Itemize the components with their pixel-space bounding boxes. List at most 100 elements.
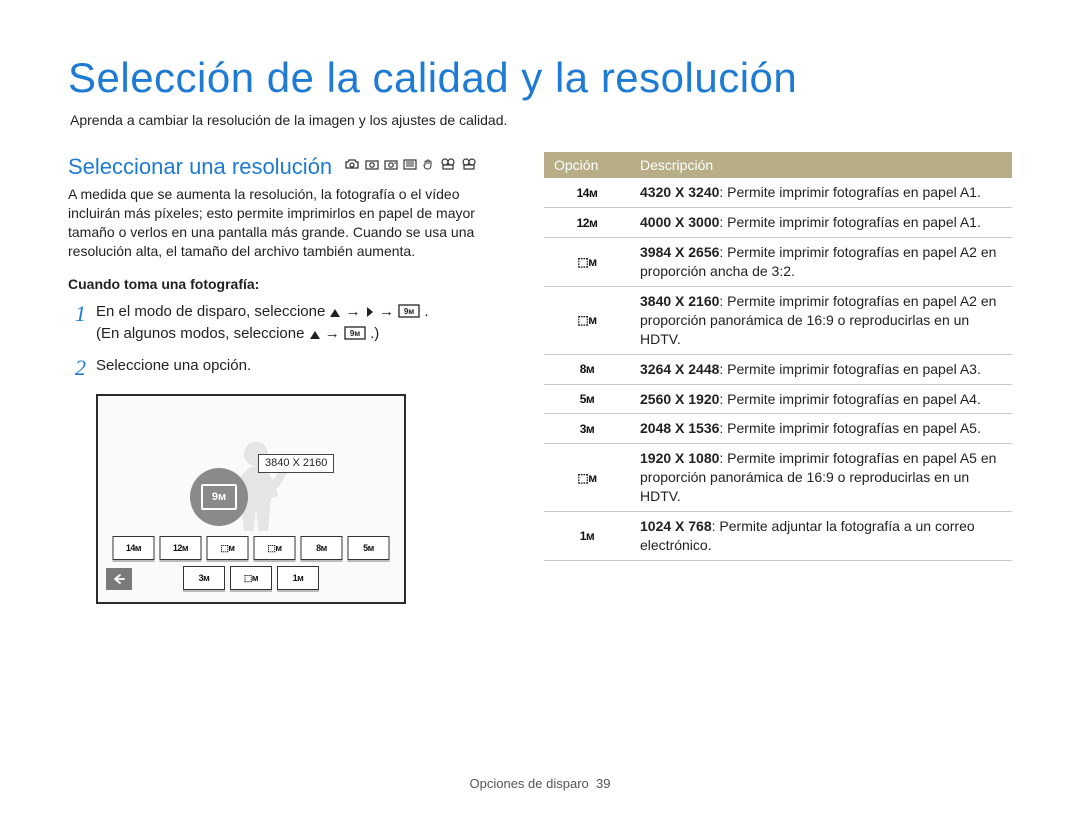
resolution-value: 1920 X 1080 <box>640 450 719 466</box>
table-row: 3ᴍ2048 X 1536: Permite imprimir fotograf… <box>544 414 1012 444</box>
table-row: 8ᴍ3264 X 2448: Permite imprimir fotograf… <box>544 354 1012 384</box>
section-paragraph: A medida que se aumenta la resolución, l… <box>68 185 508 261</box>
page-title: Selección de la calidad y la resolución <box>68 50 1012 107</box>
option-description-cell: 3840 X 2160: Permite imprimir fotografía… <box>630 287 1012 355</box>
table-row: ⬚ᴍ3840 X 2160: Permite imprimir fotograf… <box>544 287 1012 355</box>
resolution-chips-row-2: 3ᴍ ⬚ᴍ 1ᴍ <box>183 566 319 590</box>
resolution-chips-row-1: 14ᴍ 12ᴍ ⬚ᴍ ⬚ᴍ 8ᴍ 5ᴍ <box>113 536 390 560</box>
chip-wide-b[interactable]: ⬚ᴍ <box>254 536 296 560</box>
table-row: ⬚ᴍ1920 X 1080: Permite imprimir fotograf… <box>544 444 1012 512</box>
step1-part-a: En el modo de disparo, seleccione <box>96 303 329 320</box>
chip-5m[interactable]: 5ᴍ <box>348 536 390 560</box>
resolution-value: 2560 X 1920 <box>640 391 719 407</box>
chip-8m[interactable]: 8ᴍ <box>301 536 343 560</box>
back-button[interactable] <box>106 568 132 590</box>
resolution-table: Opción Descripción 14ᴍ4320 X 3240: Permi… <box>544 152 1012 561</box>
page-subtitle: Aprenda a cambiar la resolución de la im… <box>70 111 1012 130</box>
step-1-number: 1 <box>68 302 86 347</box>
svg-text:9ᴍ: 9ᴍ <box>404 307 414 316</box>
option-icon-cell: 12ᴍ <box>544 208 630 238</box>
option-icon-cell: 5ᴍ <box>544 384 630 414</box>
chip-12m[interactable]: 12ᴍ <box>160 536 202 560</box>
step1-arrow-2: → <box>379 303 398 320</box>
resolution-description: : Permite imprimir fotografías en papel … <box>719 214 980 230</box>
resolution-value: 3984 X 2656 <box>640 244 719 260</box>
step1-arrow-1: → <box>346 303 365 320</box>
chip-1m[interactable]: 1ᴍ <box>277 566 319 590</box>
option-icon-cell: 1ᴍ <box>544 512 630 561</box>
option-description-cell: 4320 X 3240: Permite imprimir fotografía… <box>630 178 1012 207</box>
table-row: ⬚ᴍ3984 X 2656: Permite imprimir fotograf… <box>544 238 1012 287</box>
resolution-box-icon: 9ᴍ <box>398 304 420 324</box>
smart-video-icon <box>461 158 477 174</box>
footer-page-number: 39 <box>596 776 610 791</box>
resolution-description: : Permite imprimir fotografías en papel … <box>719 184 980 200</box>
step1-paren-arrow: → <box>325 325 344 342</box>
resolution-description: : Permite imprimir fotografías en papel … <box>719 420 980 436</box>
option-description-cell: 2560 X 1920: Permite imprimir fotografía… <box>630 384 1012 414</box>
up-triangle-icon-2 <box>309 326 321 346</box>
section-title-text: Seleccionar una resolución <box>68 152 332 182</box>
page-footer: Opciones de disparo 39 <box>0 775 1080 793</box>
option-description-cell: 3984 X 2656: Permite imprimir fotografía… <box>630 238 1012 287</box>
step-2-number: 2 <box>68 356 86 380</box>
chip-3m[interactable]: 3ᴍ <box>183 566 225 590</box>
option-description-cell: 4000 X 3000: Permite imprimir fotografía… <box>630 208 1012 238</box>
option-description-cell: 3264 X 2448: Permite imprimir fotografía… <box>630 354 1012 384</box>
up-triangle-icon <box>329 304 341 324</box>
resolution-value: 4320 X 3240 <box>640 184 719 200</box>
camera-p-icon <box>384 158 398 174</box>
table-row: 1ᴍ1024 X 768: Permite adjuntar la fotogr… <box>544 512 1012 561</box>
selected-resolution-label: 9ᴍ <box>201 484 237 510</box>
option-icon-cell: 14ᴍ <box>544 178 630 207</box>
manual-page: Selección de la calidad y la resolución … <box>0 0 1080 815</box>
option-icon-cell: ⬚ᴍ <box>544 444 630 512</box>
step-2: 2 Seleccione una opción. <box>68 356 508 380</box>
hand-icon <box>422 158 435 175</box>
resolution-description: : Permite imprimir fotografías en papel … <box>719 391 980 407</box>
option-icon-cell: ⬚ᴍ <box>544 238 630 287</box>
smart-icon <box>344 158 360 174</box>
camera-icon <box>365 158 379 174</box>
option-icon-cell: 3ᴍ <box>544 414 630 444</box>
step-1: 1 En el modo de disparo, seleccione → → … <box>68 302 508 347</box>
mode-icons-group <box>344 158 477 175</box>
section-title: Seleccionar una resolución <box>68 152 508 182</box>
th-description: Descripción <box>630 152 1012 179</box>
step1-dot: . <box>424 303 428 320</box>
option-description-cell: 1024 X 768: Permite adjuntar la fotograf… <box>630 512 1012 561</box>
steps-list: 1 En el modo de disparo, seleccione → → … <box>68 302 508 381</box>
table-row: 5ᴍ2560 X 1920: Permite imprimir fotograf… <box>544 384 1012 414</box>
left-column: Seleccionar una resolución <box>68 152 508 605</box>
step1-paren-a: (En algunos modos, seleccione <box>96 325 309 342</box>
option-icon-cell: 8ᴍ <box>544 354 630 384</box>
photo-subheading: Cuando toma una fotografía: <box>68 275 508 294</box>
right-column: Opción Descripción 14ᴍ4320 X 3240: Permi… <box>544 152 1012 605</box>
selected-resolution-circle: 9ᴍ <box>190 468 248 526</box>
footer-section: Opciones de disparo <box>470 776 589 791</box>
chip-wide-a[interactable]: ⬚ᴍ <box>207 536 249 560</box>
resolution-value: 4000 X 3000 <box>640 214 719 230</box>
resolution-box-icon-2: 9ᴍ <box>344 326 366 346</box>
resolution-value: 3840 X 2160 <box>640 293 719 309</box>
scene-icon <box>403 158 417 174</box>
th-option: Opción <box>544 152 630 179</box>
resolution-description: : Permite imprimir fotografías en papel … <box>719 361 980 377</box>
resolution-tooltip: 3840 X 2160 <box>258 454 334 473</box>
resolution-value: 1024 X 768 <box>640 518 712 534</box>
lcd-preview: 3840 X 2160 9ᴍ 14ᴍ 12ᴍ ⬚ᴍ ⬚ᴍ 8ᴍ 5ᴍ 3ᴍ ⬚ᴍ… <box>96 394 406 604</box>
step1-paren-close: .) <box>370 325 379 342</box>
option-description-cell: 1920 X 1080: Permite imprimir fotografía… <box>630 444 1012 512</box>
chip-2m[interactable]: ⬚ᴍ <box>230 566 272 590</box>
table-row: 12ᴍ4000 X 3000: Permite imprimir fotogra… <box>544 208 1012 238</box>
chip-14m[interactable]: 14ᴍ <box>113 536 155 560</box>
resolution-value: 3264 X 2448 <box>640 361 719 377</box>
right-chevron-icon <box>365 304 375 324</box>
table-row: 14ᴍ4320 X 3240: Permite imprimir fotogra… <box>544 178 1012 207</box>
step-1-text: En el modo de disparo, seleccione → → 9ᴍ… <box>96 302 508 347</box>
video-icon <box>440 158 456 174</box>
resolution-value: 2048 X 1536 <box>640 420 719 436</box>
svg-text:9ᴍ: 9ᴍ <box>350 329 360 338</box>
step-2-text: Seleccione una opción. <box>96 356 508 380</box>
option-description-cell: 2048 X 1536: Permite imprimir fotografía… <box>630 414 1012 444</box>
